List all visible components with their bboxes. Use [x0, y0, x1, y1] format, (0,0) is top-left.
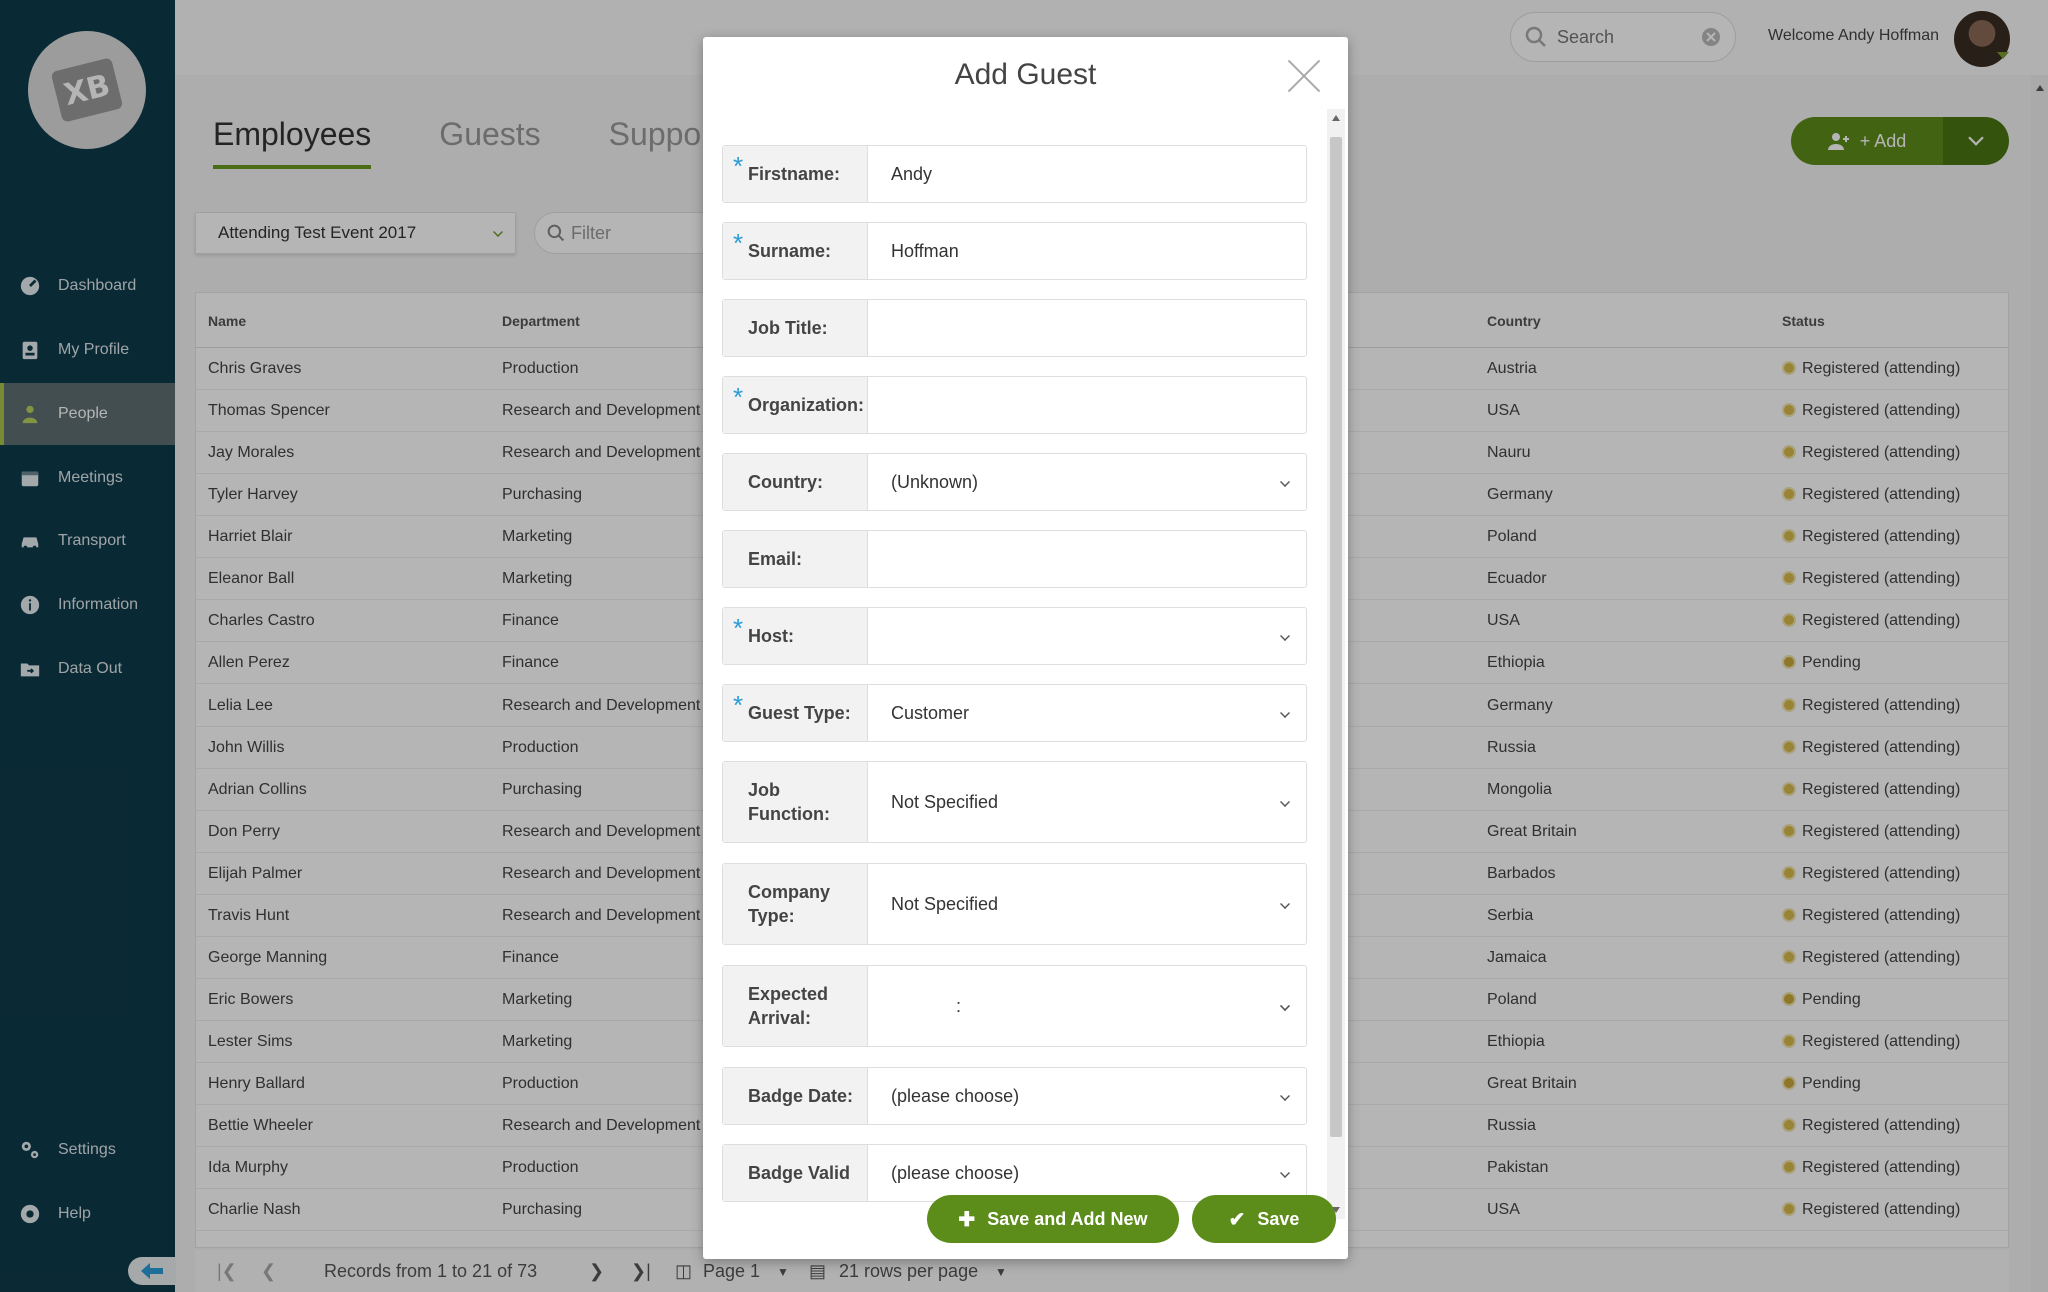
dialog-scrollbar[interactable]	[1327, 109, 1345, 1219]
field-label-firstname: * Firstname:	[723, 146, 868, 202]
close-icon[interactable]	[1286, 57, 1322, 93]
field-value: Andy	[891, 163, 933, 184]
field-label-text: Badge Valid	[748, 1163, 851, 1183]
required-marker: *	[733, 613, 744, 643]
form-row-surname: * Surname: Hoffman	[722, 222, 1307, 280]
form-row-organization: * Organization:	[722, 376, 1307, 434]
field-label-job-function: Job Function:	[723, 762, 868, 842]
chevron-down-icon	[1280, 631, 1290, 641]
field-label-text: Surname:	[748, 241, 832, 261]
scroll-up-icon[interactable]	[1332, 115, 1340, 121]
field-label-text: Organization:	[748, 395, 864, 415]
check-icon: ✔	[1228, 1208, 1246, 1231]
field-label-company-type: Company Type:	[723, 864, 868, 944]
field-label-badge-date: Badge Date:	[723, 1068, 868, 1124]
minute-chevron-down-icon[interactable]	[1280, 1001, 1290, 1011]
field-label-text: Email:	[748, 549, 803, 569]
field-label-organization: * Organization:	[723, 377, 868, 433]
field-label-text: Country:	[748, 472, 823, 492]
plus-icon: ✚	[958, 1208, 976, 1231]
field-label-text: Job Title:	[748, 318, 828, 338]
required-marker: *	[733, 228, 744, 258]
form-row-firstname: * Firstname: Andy	[722, 145, 1307, 203]
dialog-title: Add Guest	[954, 58, 1097, 91]
chevron-down-icon	[1280, 1091, 1290, 1101]
field-value: (please choose)	[891, 1085, 1020, 1106]
field-value: Not Specified	[891, 791, 999, 812]
field-label-text: Firstname:	[748, 164, 841, 184]
surname-field[interactable]: Hoffman	[868, 223, 1306, 279]
field-value: (Unknown)	[891, 471, 979, 492]
save-and-add-new-label: Save and Add New	[987, 1208, 1148, 1229]
host-select[interactable]	[868, 608, 1306, 664]
required-marker: *	[733, 151, 744, 181]
field-value: Customer	[891, 702, 970, 723]
save-label: Save	[1257, 1208, 1300, 1229]
form-row-guest-type: * Guest Type: Customer	[722, 684, 1307, 742]
guest-type-select[interactable]: Customer	[868, 685, 1306, 741]
add-guest-dialog: Add Guest * Firstname: Andy * Surname: Hoffma…	[703, 37, 1348, 1259]
form-row-job-function: Job Function: Not Specified	[722, 761, 1307, 843]
field-label-text: Guest Type:	[748, 703, 851, 723]
chevron-down-icon	[1280, 477, 1290, 487]
save-button[interactable]: ✔ Save	[1192, 1195, 1336, 1243]
guest-form: * Firstname: Andy * Surname: Hoffman Job Title…	[722, 145, 1332, 1217]
field-label-badge-valid: Badge Valid	[723, 1145, 868, 1201]
form-row-expected-arrival: Expected Arrival::	[722, 965, 1307, 1047]
save-and-add-new-button[interactable]: ✚ Save and Add New	[927, 1195, 1179, 1243]
field-value: (please choose)	[891, 1162, 1020, 1183]
required-marker: *	[733, 690, 744, 720]
field-label-text: Badge Date:	[748, 1086, 854, 1106]
chevron-down-icon	[1280, 797, 1290, 807]
time-separator: :	[956, 995, 962, 1016]
chevron-down-icon	[1280, 899, 1290, 909]
expected-arrival-field[interactable]: :	[868, 966, 1306, 1046]
field-label-job-title: Job Title:	[723, 300, 868, 356]
badge-valid-select[interactable]: (please choose)	[868, 1145, 1306, 1201]
field-value: Not Specified	[891, 893, 999, 914]
field-label-text: Expected Arrival:	[748, 984, 829, 1028]
form-row-company-type: Company Type: Not Specified	[722, 863, 1307, 945]
form-row-host: * Host:	[722, 607, 1307, 665]
email-field[interactable]	[868, 531, 1306, 587]
scroll-thumb[interactable]	[1330, 137, 1342, 1137]
form-row-country: Country: (Unknown)	[722, 453, 1307, 511]
job-title-field[interactable]	[868, 300, 1306, 356]
field-label-guest-type: * Guest Type:	[723, 685, 868, 741]
field-label-text: Job Function:	[748, 780, 830, 824]
required-marker: *	[733, 382, 744, 412]
form-row-badge-date: Badge Date: (please choose)	[722, 1067, 1307, 1125]
job-function-select[interactable]: Not Specified	[868, 762, 1306, 842]
company-type-select[interactable]: Not Specified	[868, 864, 1306, 944]
field-value: Hoffman	[891, 240, 959, 261]
chevron-down-icon	[1280, 708, 1290, 718]
form-row-badge-valid: Badge Valid (please choose)	[722, 1144, 1307, 1202]
field-label-text: Host:	[748, 626, 794, 646]
organization-field[interactable]	[868, 377, 1306, 433]
field-label-expected-arrival: Expected Arrival:	[723, 966, 868, 1046]
badge-date-select[interactable]: (please choose)	[868, 1068, 1306, 1124]
country-select[interactable]: (Unknown)	[868, 454, 1306, 510]
field-label-country: Country:	[723, 454, 868, 510]
field-label-host: * Host:	[723, 608, 868, 664]
field-label-email: Email:	[723, 531, 868, 587]
form-row-email: Email:	[722, 530, 1307, 588]
firstname-field[interactable]: Andy	[868, 146, 1306, 202]
field-label-surname: * Surname:	[723, 223, 868, 279]
field-label-text: Company Type:	[748, 882, 831, 926]
chevron-down-icon	[1280, 1168, 1290, 1178]
form-row-job-title: Job Title:	[722, 299, 1307, 357]
